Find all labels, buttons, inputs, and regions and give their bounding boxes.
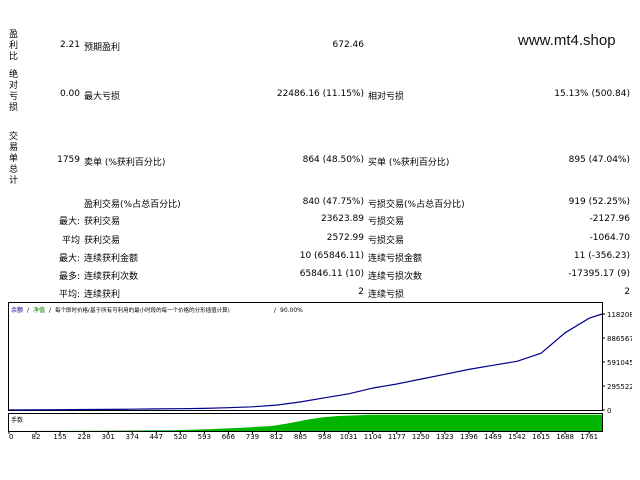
model-description: 每个即时价格(基于所有可利用的最小时段的每一个价格的分形插值计算): [55, 306, 230, 314]
legend-separator-3: /: [274, 307, 277, 314]
x-tick-label: 0: [9, 433, 13, 440]
loss-trades-value: 919 (52.25%): [568, 197, 630, 207]
loss-trades-label: 亏损交易(%占总百分比): [368, 200, 465, 210]
profit-trades-label: 盈利交易(%占总百分比): [84, 200, 181, 210]
max-consecutive-losses-label: 连续亏损金额: [368, 254, 423, 264]
average-loss-label: 亏损交易: [368, 236, 405, 246]
balance-plot-frame: [8, 302, 603, 411]
legend-separator-1: /: [27, 307, 30, 314]
volume-label: 手数: [11, 416, 23, 424]
x-tick-label: 155: [53, 433, 66, 440]
x-tick-label: 1104: [364, 433, 382, 440]
y-tick-label: 295522: [607, 383, 632, 391]
x-axis: 0 82 155 228 301 374 447 520 593 666 739 812 885 958 1…: [8, 431, 598, 441]
x-tick-label: 520: [174, 433, 187, 440]
avg-consecutive-wins-label: 连续获利: [84, 290, 121, 300]
x-tick-label: 885: [294, 433, 307, 440]
max-consecutive-wins-label: 连续获利金额: [84, 254, 139, 264]
average-loss-value: -1064.70: [589, 233, 630, 243]
x-tick-label: 1323: [436, 433, 454, 440]
total-trades-value: 1759: [57, 155, 80, 165]
x-tick-label: 1688: [556, 433, 574, 440]
max-consecutive-prefix: 最大:: [58, 254, 80, 264]
average-profit-value: 2572.99: [326, 233, 364, 243]
legend-equity: 净值: [33, 306, 45, 314]
legend-balance: 余额: [11, 306, 23, 314]
maximal-prefix: 最多:: [58, 272, 80, 282]
average-profit-label: 获利交易: [84, 236, 121, 246]
largest-profit-label: 获利交易: [84, 217, 121, 227]
total-trades-label: 交 易 单 总 计: [9, 132, 19, 186]
x-tick-label: 374: [126, 433, 140, 440]
avg-consecutive-losses-label: 连续亏损: [368, 290, 405, 300]
x-tick-label: 1031: [340, 433, 358, 440]
x-tick-label: 739: [246, 433, 259, 440]
y-tick-label: 886567: [607, 335, 632, 343]
y-tick-label: 0: [607, 407, 611, 415]
relative-drawdown-value: 15.13% (500.84): [554, 89, 630, 99]
x-tick-label: 447: [150, 433, 163, 440]
x-tick-label: 1396: [460, 433, 478, 440]
x-tick-label: 593: [198, 433, 211, 440]
largest-profit-value: 23623.89: [321, 214, 364, 224]
profit-factor-value: 2.21: [59, 40, 80, 50]
largest-loss-value: -2127.96: [589, 214, 630, 224]
x-tick-label: 1761: [580, 433, 598, 440]
legend-separator-2: /: [49, 307, 52, 314]
x-tick-label: 958: [318, 433, 331, 440]
avg-consecutive-prefix: 平均:: [58, 290, 80, 300]
x-tick-label: 301: [101, 433, 114, 440]
relative-drawdown-label: 相对亏损: [368, 92, 405, 102]
watermark-text: www.mt4.shop: [518, 32, 616, 49]
maximal-consecutive-profit-label: 连续获利次数: [84, 272, 139, 282]
maximal-consecutive-loss-label: 连续亏损次数: [368, 272, 423, 282]
absolute-drawdown-value: 0.00: [59, 89, 80, 99]
y-tick-label: 591045: [607, 359, 632, 367]
largest-prefix: 最大:: [58, 217, 80, 227]
x-tick-label: 1250: [412, 433, 430, 440]
x-tick-label: 1542: [508, 433, 526, 440]
largest-loss-label: 亏损交易: [368, 217, 405, 227]
maximal-consecutive-profit-value: 65846.11 (10): [299, 269, 364, 279]
x-tick-label: 666: [222, 433, 236, 440]
absolute-drawdown-label: 绝 对 亏 损: [9, 70, 19, 113]
avg-consecutive-wins-value: 2: [358, 287, 364, 297]
long-positions-label: 买单 (%获利百分比): [368, 158, 450, 168]
x-tick-label: 1177: [388, 433, 406, 440]
volume-area: [9, 414, 602, 431]
x-tick-label: 228: [77, 433, 90, 440]
y-tick-label: 1182089: [607, 311, 632, 319]
short-positions-value: 864 (48.50%): [302, 155, 364, 165]
y-axis: 1182089 886567 591045 295522 0: [602, 311, 638, 415]
max-drawdown-label: 最大亏损: [84, 92, 121, 102]
expected-payoff-value: 672.46: [332, 40, 365, 50]
profit-trades-value: 840 (47.75%): [302, 197, 364, 207]
long-positions-value: 895 (47.04%): [568, 155, 630, 165]
max-drawdown-value: 22486.16 (11.15%): [276, 89, 364, 99]
x-tick-label: 1615: [532, 433, 550, 440]
profit-factor-label: 盈 利 比: [9, 30, 19, 62]
maximal-consecutive-loss-value: -17395.17 (9): [568, 269, 630, 279]
modelling-quality: 90.00%: [280, 307, 303, 314]
balance-series-line: [8, 313, 603, 411]
avg-consecutive-losses-value: 2: [624, 287, 630, 297]
short-positions-label: 卖单 (%获利百分比): [84, 158, 166, 168]
backtest-chart-panel: 余额 / 净值 / 每个即时价格(基于所有可利用的最小时段的每一个价格的分形插值…: [8, 302, 638, 441]
max-consecutive-wins-value: 10 (65846.11): [299, 251, 364, 261]
average-prefix: 平均: [61, 236, 80, 246]
x-tick-label: 812: [270, 433, 283, 440]
expected-payoff-label: 预期盈利: [84, 43, 121, 53]
max-consecutive-losses-value: 11 (-356.23): [573, 251, 630, 261]
balance-chart-svg: 余额 / 净值 / 每个即时价格(基于所有可利用的最小时段的每一个价格的分形插值…: [8, 302, 638, 441]
x-tick-label: 1469: [484, 433, 502, 440]
x-tick-label: 82: [32, 433, 41, 440]
